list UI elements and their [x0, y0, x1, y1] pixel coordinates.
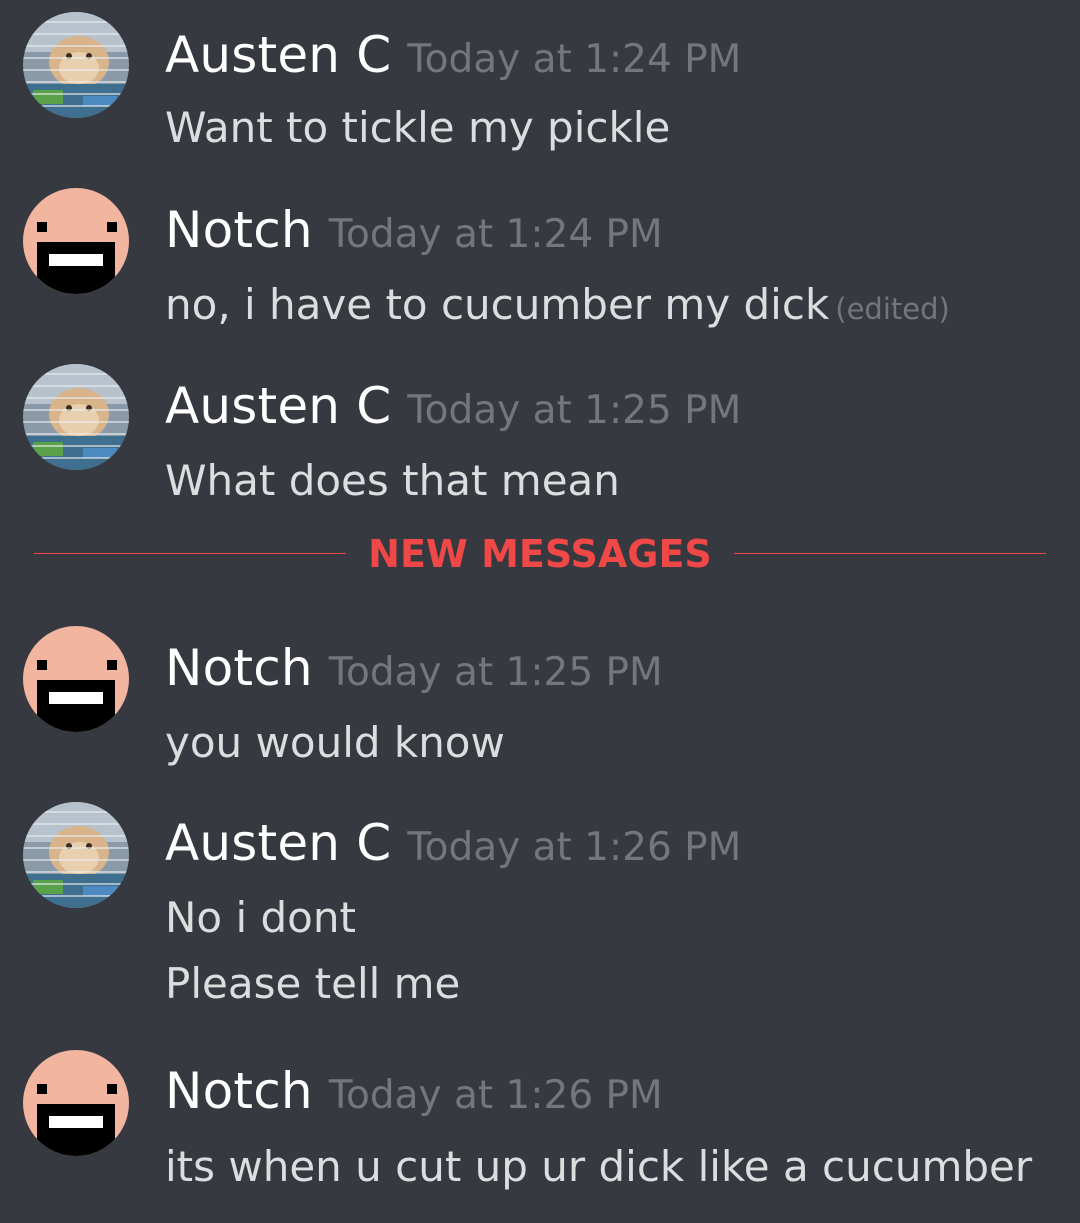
username[interactable]: Notch [165, 201, 313, 259]
smiley-face-avatar-icon [23, 188, 129, 294]
user-avatar[interactable] [23, 626, 129, 732]
message-content: No i dont Please tell me [165, 885, 460, 1017]
user-avatar[interactable] [23, 364, 129, 470]
message-content: Want to tickle my pickle [165, 95, 670, 161]
username[interactable]: Austen C [165, 26, 391, 84]
message-header: Austen C Today at 1:24 PM [165, 30, 741, 80]
smiley-face-avatar-icon [23, 1050, 129, 1156]
message-text: Want to tickle my pickle [165, 103, 671, 152]
message-text: No i dont [165, 893, 356, 942]
hamster-avatar-icon [23, 12, 129, 118]
timestamp: Today at 1:25 PM [407, 388, 742, 433]
message-header: Austen C Today at 1:25 PM [165, 381, 741, 431]
message-text: Please tell me [165, 959, 461, 1008]
message-content: you would know [165, 710, 505, 776]
message-header: Notch Today at 1:26 PM [165, 1066, 663, 1116]
timestamp: Today at 1:25 PM [328, 650, 663, 695]
message-header: Notch Today at 1:25 PM [165, 643, 663, 693]
edited-label: (edited) [835, 292, 950, 326]
user-avatar[interactable] [23, 1050, 129, 1156]
message-content: What does that mean [165, 448, 620, 514]
message-text-line: no, i have to cucumber my dick [165, 280, 830, 329]
username[interactable]: Notch [165, 1062, 313, 1120]
message-text: you would know [165, 718, 505, 767]
timestamp: Today at 1:24 PM [407, 37, 742, 82]
message-text: no, i have to cucumber my dick (edited) [165, 272, 950, 342]
smiley-face-avatar-icon [23, 626, 129, 732]
hamster-avatar-icon [23, 802, 129, 908]
message-header: Austen C Today at 1:26 PM [165, 818, 741, 868]
message-content: no, i have to cucumber my dick (edited) [165, 272, 950, 342]
new-messages-label: NEW MESSAGES [346, 532, 734, 576]
user-avatar[interactable] [23, 12, 129, 118]
user-avatar[interactable] [23, 188, 129, 294]
username[interactable]: Austen C [165, 814, 391, 872]
message-header: Notch Today at 1:24 PM [165, 205, 663, 255]
timestamp: Today at 1:26 PM [328, 1073, 663, 1118]
new-messages-divider: NEW MESSAGES [0, 532, 1080, 584]
username[interactable]: Notch [165, 639, 313, 697]
user-avatar[interactable] [23, 802, 129, 908]
message-text: What does that mean [165, 456, 620, 505]
username[interactable]: Austen C [165, 377, 391, 435]
timestamp: Today at 1:24 PM [328, 212, 663, 257]
hamster-avatar-icon [23, 364, 129, 470]
message-text: its when u cut up ur dick like a cucumbe… [165, 1142, 1033, 1191]
timestamp: Today at 1:26 PM [407, 825, 742, 870]
message-content: its when u cut up ur dick like a cucumbe… [165, 1134, 1032, 1200]
